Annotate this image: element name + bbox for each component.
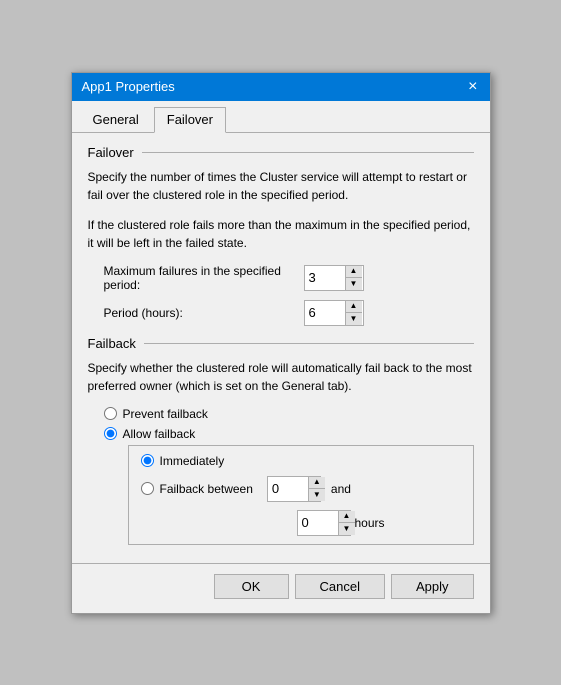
failback-desc: Specify whether the clustered role will … [88,359,474,395]
failback-section-title: Failback [88,336,136,351]
allow-failback-section: Allow failback Immediately Failback betw… [104,427,474,545]
max-failures-down[interactable]: ▼ [346,278,362,290]
between-to-spin-buttons: ▲ ▼ [338,511,355,535]
between-from-spinner: ▲ ▼ [267,476,321,502]
and-label: and [331,482,351,496]
dialog-window: App1 Properties × General Failover Failo… [71,72,491,614]
max-failures-input[interactable] [305,266,345,290]
allow-failback-label: Allow failback [123,427,196,441]
between-to-up[interactable]: ▲ [339,511,355,523]
failback-section-header: Failback [88,336,474,351]
between-from-spin-buttons: ▲ ▼ [308,477,325,501]
prevent-failback-radio[interactable] [104,407,117,420]
tab-content: Failover Specify the number of times the… [72,133,490,563]
max-failures-label: Maximum failures in the specified period… [104,264,304,292]
between-label: Failback between [160,482,253,496]
max-failures-spinner: ▲ ▼ [304,265,364,291]
max-failures-up[interactable]: ▲ [346,266,362,278]
period-spin-buttons: ▲ ▼ [345,301,362,325]
dialog-footer: OK Cancel Apply [72,563,490,613]
failover-desc1: Specify the number of times the Cluster … [88,168,474,204]
period-down[interactable]: ▼ [346,313,362,325]
ok-button[interactable]: OK [214,574,289,599]
tab-bar: General Failover [72,101,490,133]
period-spinner: ▲ ▼ [304,300,364,326]
tab-general[interactable]: General [80,107,152,132]
title-bar: App1 Properties × [72,73,490,101]
dialog-title: App1 Properties [82,79,175,94]
immediately-label: Immediately [160,454,225,468]
failback-section-line [144,343,474,344]
between-to-down[interactable]: ▼ [339,523,355,535]
failover-section-title: Failover [88,145,134,160]
apply-button[interactable]: Apply [391,574,474,599]
between-from-down[interactable]: ▼ [309,489,325,501]
prevent-failback-row: Prevent failback [104,407,474,421]
between-from-input[interactable] [268,477,308,501]
allow-failback-radio[interactable] [104,427,117,440]
max-failures-row: Maximum failures in the specified period… [88,264,474,292]
between-to-spinner: ▲ ▼ [297,510,351,536]
max-failures-spin-buttons: ▲ ▼ [345,266,362,290]
period-label: Period (hours): [104,306,304,320]
between-from-up[interactable]: ▲ [309,477,325,489]
tab-failover[interactable]: Failover [154,107,226,133]
immediately-row: Immediately [141,454,461,468]
period-input[interactable] [305,301,345,325]
close-button[interactable]: × [466,79,479,95]
failback-radio-group: Prevent failback Allow failback Immediat… [88,407,474,545]
prevent-failback-label: Prevent failback [123,407,208,421]
between-radio[interactable] [141,482,154,495]
failover-section-header: Failover [88,145,474,160]
period-up[interactable]: ▲ [346,301,362,313]
period-row: Period (hours): ▲ ▼ [88,300,474,326]
between-row: Failback between ▲ ▼ and [141,476,461,502]
cancel-button[interactable]: Cancel [295,574,385,599]
allow-failback-box: Immediately Failback between ▲ ▼ [128,445,474,545]
failover-section-line [142,152,474,153]
allow-failback-radio-row: Allow failback [104,427,474,441]
between-to-row: ▲ ▼ hours [297,510,461,536]
immediately-radio[interactable] [141,454,154,467]
hours-label: hours [355,516,385,530]
failover-desc2: If the clustered role fails more than th… [88,216,474,252]
between-to-input[interactable] [298,511,338,535]
